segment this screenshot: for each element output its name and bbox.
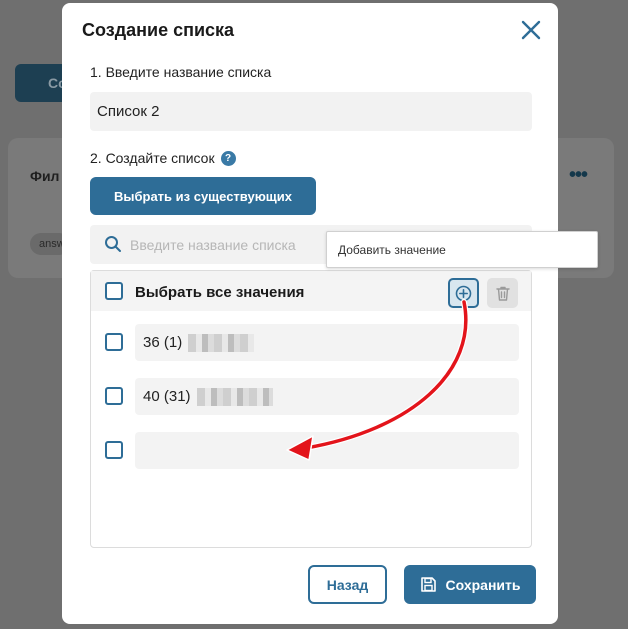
new-value-field[interactable] [135, 432, 519, 469]
step2-text: 2. Создайте список [90, 150, 215, 166]
list-name-input[interactable] [90, 92, 532, 131]
select-all-checkbox[interactable] [105, 282, 123, 300]
choose-existing-button[interactable]: Выбрать из существующих [90, 177, 316, 215]
value-checkbox[interactable] [105, 387, 123, 405]
redacted-blur [196, 388, 273, 407]
value-text: 36 (1) [143, 334, 183, 351]
background-card-title: Фил [30, 168, 60, 184]
save-icon [420, 577, 436, 592]
step1-label: 1. Введите название списка [90, 64, 272, 80]
trash-icon [495, 286, 510, 301]
search-icon [104, 235, 122, 258]
create-list-modal: Создание списка 1. Введите название спис… [62, 3, 558, 624]
plus-circle-icon [455, 285, 472, 301]
redacted-blur [188, 334, 255, 353]
add-value-button[interactable] [448, 278, 479, 308]
step2-label: 2. Создайте список ? [90, 150, 236, 166]
value-field[interactable]: 36 (1) [135, 324, 519, 361]
back-button[interactable]: Назад [308, 565, 387, 604]
value-text: 40 (31) [143, 388, 191, 405]
value-checkbox[interactable] [105, 333, 123, 351]
value-field[interactable]: 40 (31) [135, 378, 519, 415]
value-checkbox[interactable] [105, 441, 123, 459]
add-value-tooltip: Добавить значение [326, 231, 598, 268]
save-button[interactable]: Сохранить [404, 565, 536, 604]
save-label: Сохранить [445, 576, 521, 593]
list-header: Выбрать все значения [91, 271, 531, 311]
more-dots-icon: ••• [569, 164, 588, 186]
help-icon[interactable]: ? [220, 150, 236, 166]
select-all-label: Выбрать все значения [135, 284, 305, 301]
delete-value-button[interactable] [487, 278, 518, 308]
values-list: Выбрать все значения 36 (1) 40 (31) [90, 270, 532, 548]
modal-title: Создание списка [82, 20, 235, 40]
close-icon[interactable] [518, 17, 544, 43]
